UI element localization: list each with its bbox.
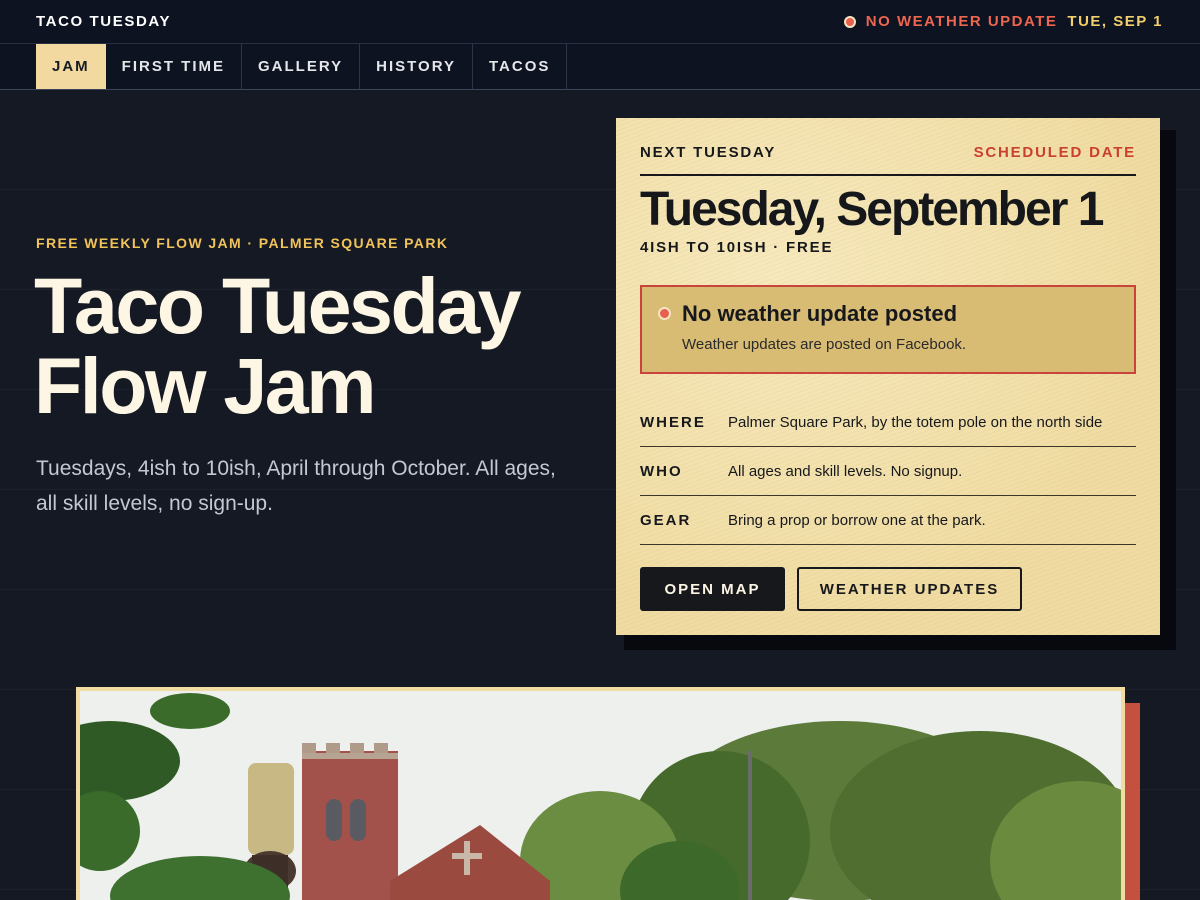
info-row-who: WHO All ages and skill levels. No signup… (640, 447, 1136, 496)
hero-subtitle: Tuesdays, 4ish to 10ish, April through O… (36, 457, 556, 515)
nav-list: JAM FIRST TIME GALLERY HISTORY TACOS (36, 44, 568, 89)
info-value: Palmer Square Park, by the totem pole on… (728, 413, 1103, 431)
nav-item-jam[interactable]: JAM (36, 44, 106, 89)
main-nav: JAM FIRST TIME GALLERY HISTORY TACOS (0, 44, 1200, 90)
park-photo (76, 687, 1125, 900)
card-label: NEXT TUESDAY (640, 144, 777, 161)
status-alert-text: NO WEATHER UPDATE (865, 13, 1058, 30)
alert-dot-icon (658, 307, 671, 320)
card-actions: OPEN MAP WEATHER UPDATES (640, 567, 1022, 611)
park-photo-image (80, 691, 1121, 900)
site-brand[interactable]: TACO TUESDAY (36, 13, 171, 30)
jam-time: 4ISH TO 10ISH · FREE (640, 239, 834, 256)
weather-status: NO WEATHER UPDATE TUE, SEP 1 (843, 13, 1163, 30)
top-bar: TACO TUESDAY NO WEATHER UPDATE TUE, SEP … (0, 0, 1200, 44)
nav-item-gallery[interactable]: GALLERY (242, 44, 361, 89)
open-map-button[interactable]: OPEN MAP (640, 567, 785, 611)
info-value: All ages and skill levels. No signup. (728, 462, 963, 480)
nav-item-history[interactable]: HISTORY (360, 44, 473, 89)
status-date-text: TUE, SEP 1 (1067, 13, 1163, 30)
next-jam-card: NEXT TUESDAY SCHEDULED DATE Tuesday, Sep… (616, 118, 1160, 635)
scheduled-date-tag: SCHEDULED DATE (973, 144, 1136, 161)
hero-title: Taco Tuesday Flow Jam (34, 266, 604, 426)
weather-notice-title: No weather update posted (682, 301, 958, 326)
weather-notice-text: Weather updates are posted on Facebook. (682, 336, 967, 353)
info-label: GEAR (640, 511, 692, 529)
info-value: Bring a prop or borrow one at the park. (728, 511, 986, 529)
weather-updates-button[interactable]: WEATHER UPDATES (797, 567, 1022, 611)
info-row-where: WHERE Palmer Square Park, by the totem p… (640, 398, 1136, 447)
hero-title-line-1: Taco Tuesday (34, 261, 522, 350)
info-label: WHERE (640, 413, 706, 431)
card-header: NEXT TUESDAY SCHEDULED DATE (640, 144, 1136, 176)
hero-eyebrow: FREE WEEKLY FLOW JAM · PALMER SQUARE PAR… (36, 235, 449, 251)
hero-title-line-2: Flow Jam (34, 341, 376, 430)
info-label: WHO (640, 462, 683, 480)
info-row-gear: GEAR Bring a prop or borrow one at the p… (640, 496, 1136, 545)
status-dot-icon (843, 15, 856, 28)
nav-item-first-time[interactable]: FIRST TIME (106, 44, 242, 89)
nav-item-tacos[interactable]: TACOS (473, 44, 568, 89)
info-list: WHERE Palmer Square Park, by the totem p… (640, 398, 1136, 545)
weather-notice: No weather update posted Weather updates… (640, 285, 1136, 374)
jam-date: Tuesday, September 1 (640, 183, 1104, 236)
